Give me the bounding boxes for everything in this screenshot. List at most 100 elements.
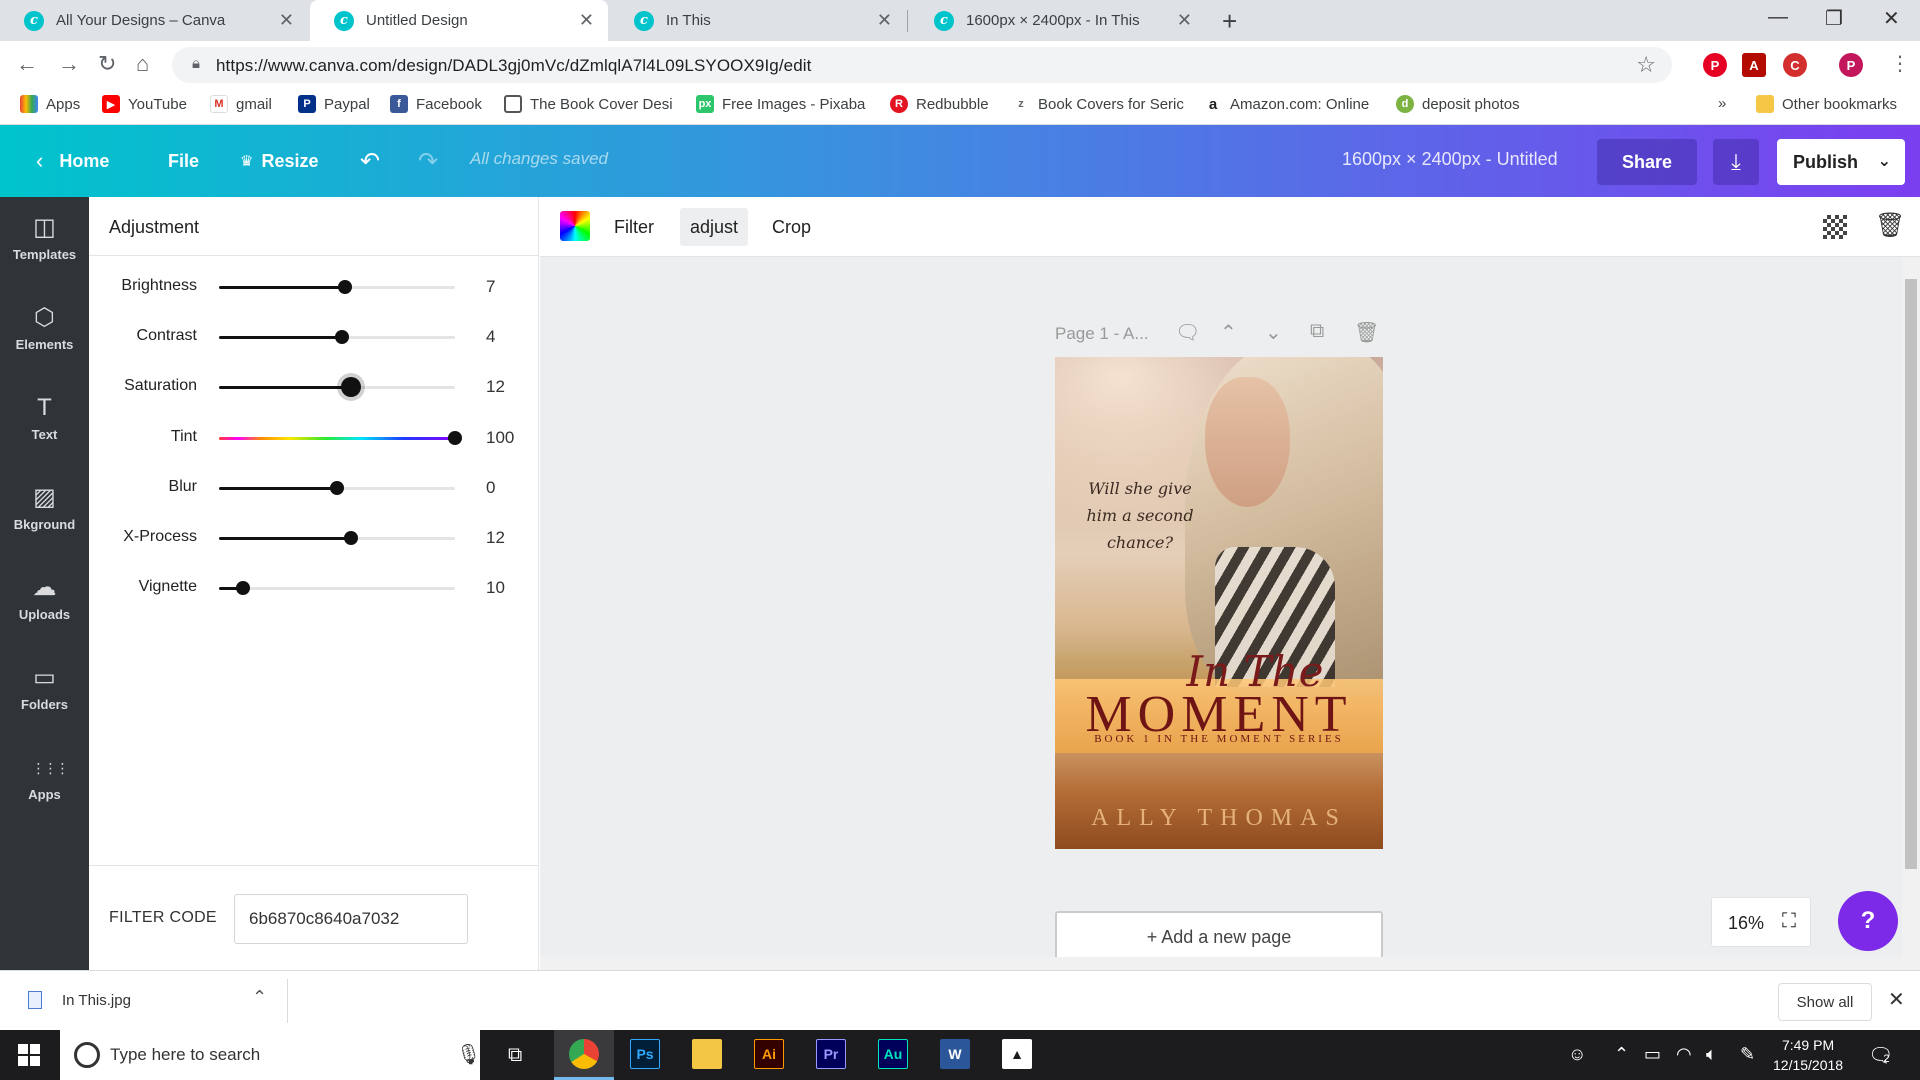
word-icon[interactable]: W [940, 1039, 970, 1069]
bookmarks-overflow[interactable]: » [1718, 95, 1726, 112]
filter-code-input[interactable] [234, 894, 468, 944]
windows-start-icon[interactable] [18, 1044, 40, 1066]
color-picker-icon[interactable] [560, 211, 590, 241]
rail-templates[interactable]: ◫ Templates [0, 197, 89, 287]
system-clock[interactable]: 7:49 PM 12/15/2018 [1773, 1035, 1843, 1075]
tab-1600px-in-this[interactable]: c 1600px × 2400px - In This ✕ [910, 0, 1206, 41]
people-icon[interactable]: ☺ [1568, 1044, 1586, 1065]
share-button[interactable]: Share [1597, 139, 1697, 185]
slider-track[interactable] [219, 280, 455, 294]
tab-close-icon[interactable]: ✕ [279, 10, 294, 31]
minimize-icon[interactable]: — [1768, 6, 1788, 29]
home-icon[interactable]: ⌂ [136, 51, 149, 77]
rail-folders[interactable]: ▭ Folders [0, 647, 89, 737]
illustrator-icon[interactable]: Ai [754, 1039, 784, 1069]
vertical-scrollbar[interactable] [1902, 257, 1920, 957]
premiere-icon[interactable]: Pr [816, 1039, 846, 1069]
taskbar-search-box[interactable]: Type here to search 🎙︎ [60, 1030, 481, 1080]
rail-apps[interactable]: ⋮⋮⋮ Apps [0, 737, 89, 827]
slider-thumb[interactable] [330, 480, 344, 495]
slider-thumb[interactable] [235, 581, 250, 596]
slider-track[interactable] [219, 581, 455, 596]
close-window-icon[interactable]: ✕ [1883, 6, 1900, 31]
chrome-icon[interactable] [569, 1039, 599, 1069]
rail-elements[interactable]: ⬡ Elements [0, 287, 89, 377]
bookmark-redbubble[interactable]: R Redbubble [890, 95, 989, 113]
fullscreen-icon[interactable]: ⛶ [1782, 910, 1796, 933]
forward-icon[interactable]: → [58, 51, 80, 77]
chevron-up-icon[interactable]: ⌃ [1614, 1044, 1629, 1065]
download-item[interactable]: In This.jpg [28, 991, 131, 1009]
scrollbar-thumb[interactable] [1905, 279, 1917, 869]
comment-icon[interactable]: 🗨︎ [1175, 320, 1200, 345]
redo-icon[interactable]: ↷ [418, 125, 438, 197]
add-new-page-button[interactable]: + Add a new page [1055, 911, 1383, 957]
tab-close-icon[interactable]: ✕ [579, 10, 594, 31]
chevron-up-icon[interactable]: ⌃ [252, 987, 267, 1008]
volume-icon[interactable]: 🔈︎ [1706, 1044, 1717, 1065]
bookmark-apps[interactable]: Apps [20, 95, 80, 113]
help-button[interactable]: ? [1838, 891, 1898, 951]
duplicate-icon[interactable]: ⧉ [1310, 320, 1324, 343]
battery-icon[interactable]: ▭ [1644, 1044, 1661, 1065]
filter-button[interactable]: Filter [604, 208, 664, 246]
file-menu-button[interactable]: File [168, 125, 199, 197]
bookmark-book-covers-series[interactable]: z Book Covers for Seric [1012, 95, 1184, 113]
tab-in-this[interactable]: c In This ✕ [610, 0, 906, 41]
slider-track[interactable] [219, 330, 455, 345]
slider-track[interactable] [219, 531, 455, 545]
back-icon[interactable]: ← [16, 51, 38, 77]
bookmark-gmail[interactable]: M gmail [210, 95, 272, 113]
task-view-icon[interactable]: ⧉ [508, 1044, 522, 1067]
slider-thumb[interactable] [448, 430, 462, 445]
pdf-extension-icon[interactable]: A [1742, 53, 1766, 77]
rail-text[interactable]: T Text [0, 377, 89, 467]
book-cover-image[interactable]: Will she give him a second chance? In Th… [1055, 357, 1383, 849]
wifi-icon[interactable]: ◠ [1676, 1044, 1692, 1065]
reload-icon[interactable]: ↻ [98, 51, 116, 77]
tab-close-icon[interactable]: ✕ [1177, 10, 1192, 31]
bookmark-book-cover-designer[interactable]: The Book Cover Desi [504, 95, 673, 113]
tab-all-your-designs[interactable]: c All Your Designs – Canva ✕ [0, 0, 308, 41]
bookmark-other-bookmarks[interactable]: Other bookmarks [1756, 95, 1897, 113]
chrome-menu-icon[interactable]: ⋮ [1890, 51, 1910, 76]
undo-icon[interactable]: ↶ [360, 125, 380, 197]
maximize-icon[interactable]: ❐ [1825, 6, 1843, 31]
photos-icon[interactable]: ▲ [1002, 1039, 1032, 1069]
trash-icon[interactable]: 🗑︎ [1875, 211, 1905, 240]
zoom-control[interactable]: 16% ⛶ [1711, 897, 1811, 947]
lock-icon[interactable]: 🔒︎ [192, 55, 200, 72]
rail-uploads[interactable]: ☁ Uploads [0, 557, 89, 647]
slider-track[interactable] [219, 430, 462, 445]
adjust-button[interactable]: adjust [680, 208, 749, 246]
delete-page-icon[interactable]: 🗑︎ [1354, 320, 1379, 345]
bookmark-deposit-photos[interactable]: d deposit photos [1396, 95, 1520, 113]
tab-close-icon[interactable]: ✕ [877, 10, 892, 31]
slider-thumb[interactable] [334, 330, 349, 345]
horizontal-scrollbar[interactable] [540, 957, 1920, 970]
slider-track[interactable] [219, 480, 455, 495]
zoom-value[interactable]: 16% [1728, 913, 1764, 934]
extension-badge-icon[interactable]: C [1783, 53, 1807, 77]
slider-thumb[interactable] [338, 280, 353, 294]
bookmark-amazon[interactable]: a Amazon.com: Online [1204, 95, 1369, 113]
publish-button[interactable]: Publish ⌄ [1777, 139, 1905, 185]
crop-button[interactable]: Crop [762, 208, 821, 246]
tab-untitled-design[interactable]: c Untitled Design ✕ [310, 0, 608, 41]
notification-center-icon[interactable]: 🗨︎2 [1868, 1043, 1893, 1068]
slider-track[interactable] [219, 377, 455, 398]
slider-thumb[interactable] [341, 377, 362, 398]
download-button[interactable]: ⤓ [1713, 139, 1759, 185]
new-tab-icon[interactable]: + [1222, 6, 1237, 37]
profile-avatar[interactable]: P [1839, 53, 1863, 77]
pinterest-icon[interactable]: P [1703, 53, 1727, 77]
design-title[interactable]: 1600px × 2400px - Untitled [1342, 149, 1558, 170]
pen-icon[interactable]: ✎ [1740, 1044, 1755, 1065]
rail-background[interactable]: ▨ Bkground [0, 467, 89, 557]
slider-thumb[interactable] [344, 531, 359, 545]
transparency-icon[interactable] [1823, 215, 1847, 239]
omnibox[interactable]: 🔒︎ https://www.canva.com/design/DADL3gj0… [172, 47, 1672, 83]
audition-icon[interactable]: Au [878, 1039, 908, 1069]
bookmark-star-icon[interactable]: ☆ [1636, 52, 1656, 78]
bookmark-paypal[interactable]: P Paypal [298, 95, 370, 113]
